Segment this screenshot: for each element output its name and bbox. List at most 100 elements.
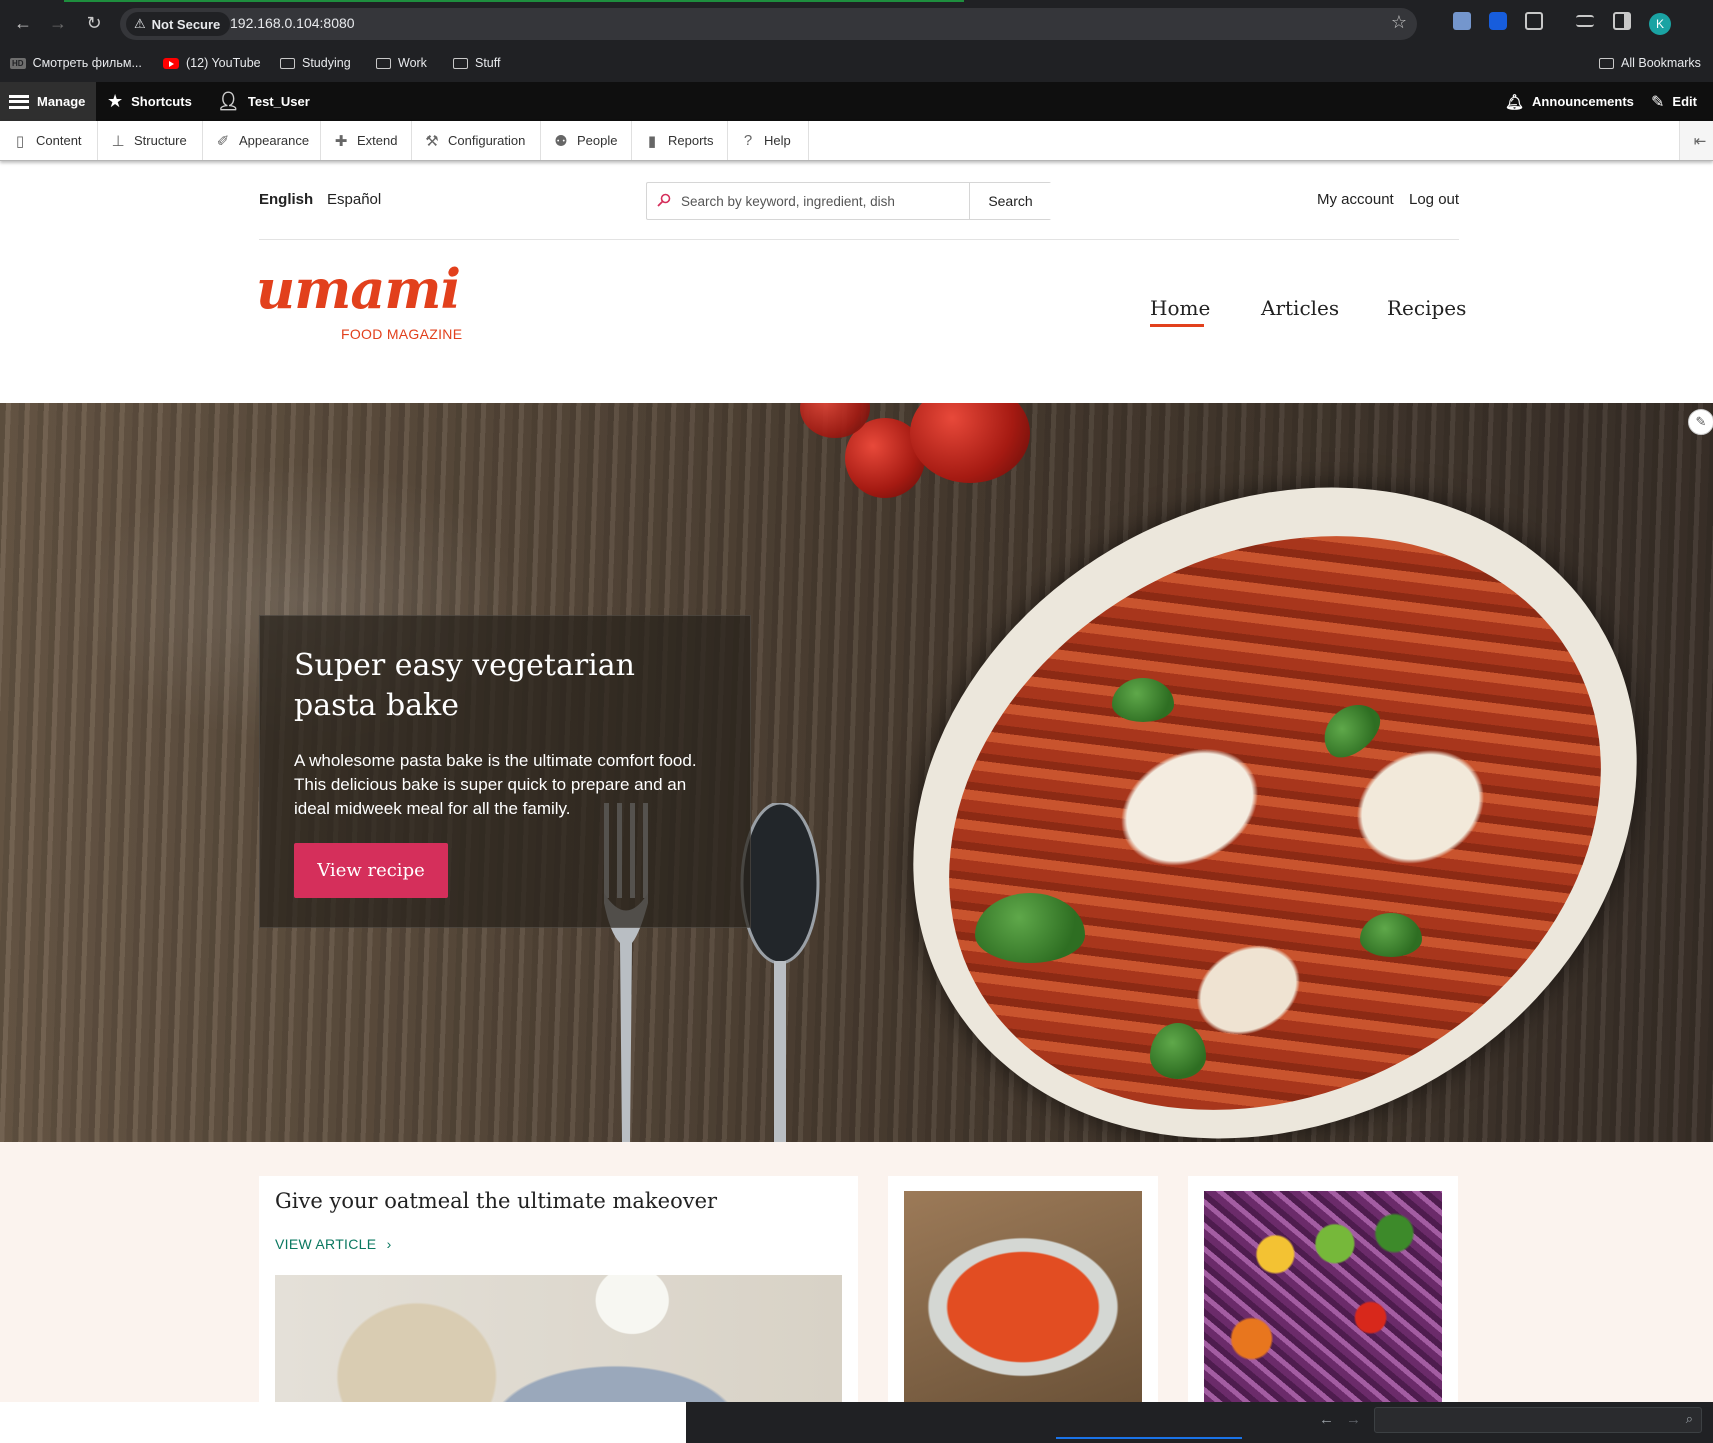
all-bookmarks-label: All Bookmarks [1621, 56, 1701, 70]
announcements-tab[interactable]: 🔔︎ Announcements [1505, 82, 1634, 121]
tray-item-structure[interactable]: ⊥ Structure [98, 121, 203, 160]
warning-icon: ⚠ [134, 16, 146, 31]
bookmark-folder[interactable]: Stuff [453, 56, 500, 70]
back-icon[interactable]: ← [10, 10, 36, 36]
profile-avatar[interactable]: K [1649, 13, 1671, 35]
folder-icon [376, 57, 391, 69]
reload-icon[interactable]: ↻ [81, 10, 107, 36]
logo-wordmark: umami [256, 257, 461, 321]
address-bar[interactable]: ⚠ Not Secure 192.168.0.104:8080 ☆ [120, 8, 1417, 40]
site-search: Search [646, 182, 1051, 220]
tray-item-appearance[interactable]: ✐ Appearance [203, 121, 321, 160]
header-divider [259, 239, 1459, 240]
article-card[interactable]: Give your oatmeal the ultimate makeover … [259, 1176, 858, 1402]
tray-label: Structure [134, 133, 187, 148]
extension-icon[interactable] [1453, 12, 1471, 30]
article-title[interactable]: Give your oatmeal the ultimate makeover [275, 1189, 717, 1213]
oatmeal-image [275, 1275, 842, 1402]
security-indicator[interactable]: ⚠ Not Secure [126, 12, 231, 36]
tray-item-people[interactable]: ⚉ People [541, 121, 632, 160]
tray-label: Help [764, 133, 791, 148]
tray-item-configuration[interactable]: ⚒ Configuration [412, 121, 541, 160]
bookmark-label: (12) YouTube [186, 56, 261, 70]
bookmark-label: Studying [302, 56, 351, 70]
tray-item-reports[interactable]: ▮ Reports [632, 121, 728, 160]
search-icon: ⌕ [1685, 1411, 1693, 1426]
shortcuts-tab[interactable]: ★ Shortcuts [107, 82, 192, 121]
nav-home[interactable]: Home [1150, 296, 1210, 320]
edit-tab[interactable]: ✎ Edit [1651, 82, 1697, 121]
user-icon: 👤︎ [217, 91, 240, 111]
people-icon: ⚉ [554, 132, 568, 150]
recipe-card[interactable] [888, 1176, 1158, 1402]
salad-image[interactable] [1204, 1191, 1442, 1402]
sitemap-icon: ⊥ [111, 132, 125, 150]
puzzle-icon: ✚ [334, 132, 348, 150]
hero-card: Super easy vegetarian pasta bake A whole… [259, 615, 751, 928]
arrow-left-icon[interactable]: ← [1319, 1411, 1334, 1428]
page-load-progress [64, 0, 964, 2]
pencil-icon: ✎ [1651, 93, 1665, 111]
bookmark-folder[interactable]: Work [376, 56, 427, 70]
contextual-edit-icon[interactable]: ✎ [1688, 409, 1713, 435]
loading-progress [1056, 1437, 1242, 1439]
view-recipe-button[interactable]: View recipe [294, 843, 448, 898]
tray-label: Appearance [239, 133, 310, 148]
user-tab[interactable]: 👤︎ Test_User [217, 82, 310, 121]
devtools-bar: ← → ⌕ [686, 1402, 1713, 1443]
tray-item-help[interactable]: ? Help [728, 121, 809, 160]
active-nav-indicator [1150, 324, 1204, 327]
view-article-link[interactable]: VIEW ARTICLE › [275, 1236, 392, 1252]
language-espanol[interactable]: Español [327, 191, 381, 208]
security-label: Not Secure [151, 16, 221, 32]
bookmark-item[interactable]: HD Смотреть фильм... [10, 56, 142, 70]
hero-title: Super easy vegetarian pasta bake [294, 648, 635, 723]
forward-icon[interactable]: → [45, 10, 71, 36]
youtube-icon [163, 57, 179, 69]
collapse-tray-button[interactable]: ⇤ [1679, 121, 1713, 160]
search-button[interactable]: Search [969, 183, 1051, 219]
view-article-label: VIEW ARTICLE [275, 1236, 377, 1252]
side-panel-icon[interactable] [1613, 12, 1631, 30]
arrow-right-icon[interactable]: → [1346, 1411, 1361, 1428]
my-account-link[interactable]: My account [1317, 191, 1394, 208]
nav-recipes[interactable]: Recipes [1387, 296, 1466, 320]
hd-icon: HD [10, 57, 26, 69]
tray-item-extend[interactable]: ✚ Extend [321, 121, 412, 160]
tray-label: People [577, 133, 618, 148]
folder-icon [1599, 57, 1614, 69]
chevron-right-icon: › [386, 1236, 392, 1252]
manage-tab[interactable]: Manage [0, 82, 96, 121]
devtools-search-input[interactable]: ⌕ [1374, 1407, 1702, 1433]
nav-articles[interactable]: Articles [1261, 296, 1339, 320]
media-control-icon[interactable] [1576, 15, 1594, 27]
recipe-card[interactable] [1188, 1176, 1458, 1402]
all-bookmarks[interactable]: All Bookmarks [1599, 56, 1701, 70]
collapse-icon: ⇤ [1693, 132, 1707, 150]
log-out-link[interactable]: Log out [1409, 191, 1459, 208]
search-input[interactable] [647, 183, 969, 219]
hero-description: A wholesome pasta bake is the ultimate c… [294, 751, 697, 818]
bell-icon: 🔔︎ [1505, 93, 1525, 111]
edit-label: Edit [1672, 94, 1697, 109]
language-english[interactable]: English [259, 191, 313, 208]
tray-item-content[interactable]: ▯ Content [0, 121, 98, 160]
star-icon: ★ [107, 91, 124, 111]
manage-label: Manage [37, 94, 86, 109]
bookmarks-bar: HD Смотреть фильм... (12) YouTube Studyi… [0, 50, 1713, 80]
bookmark-folder[interactable]: Studying [280, 56, 351, 70]
bitwarden-icon[interactable] [1489, 12, 1507, 30]
menu-icon [9, 94, 29, 109]
bookmark-label: Смотреть фильм... [32, 56, 142, 70]
tray-label: Configuration [448, 133, 526, 148]
extensions-puzzle-icon[interactable] [1525, 12, 1543, 30]
url-text[interactable]: 192.168.0.104:8080 [230, 15, 355, 31]
admin-toolbar: Manage ★ Shortcuts 👤︎ Test_User 🔔︎ Annou… [0, 82, 1713, 121]
bookmark-star-icon[interactable]: ☆ [1391, 12, 1407, 33]
tomato-image [910, 403, 1030, 483]
bar-chart-icon: ▮ [647, 132, 657, 150]
bookmark-item[interactable]: (12) YouTube [163, 56, 261, 70]
announcements-label: Announcements [1532, 94, 1634, 109]
soup-image[interactable] [904, 1191, 1142, 1402]
folder-icon [280, 57, 295, 69]
